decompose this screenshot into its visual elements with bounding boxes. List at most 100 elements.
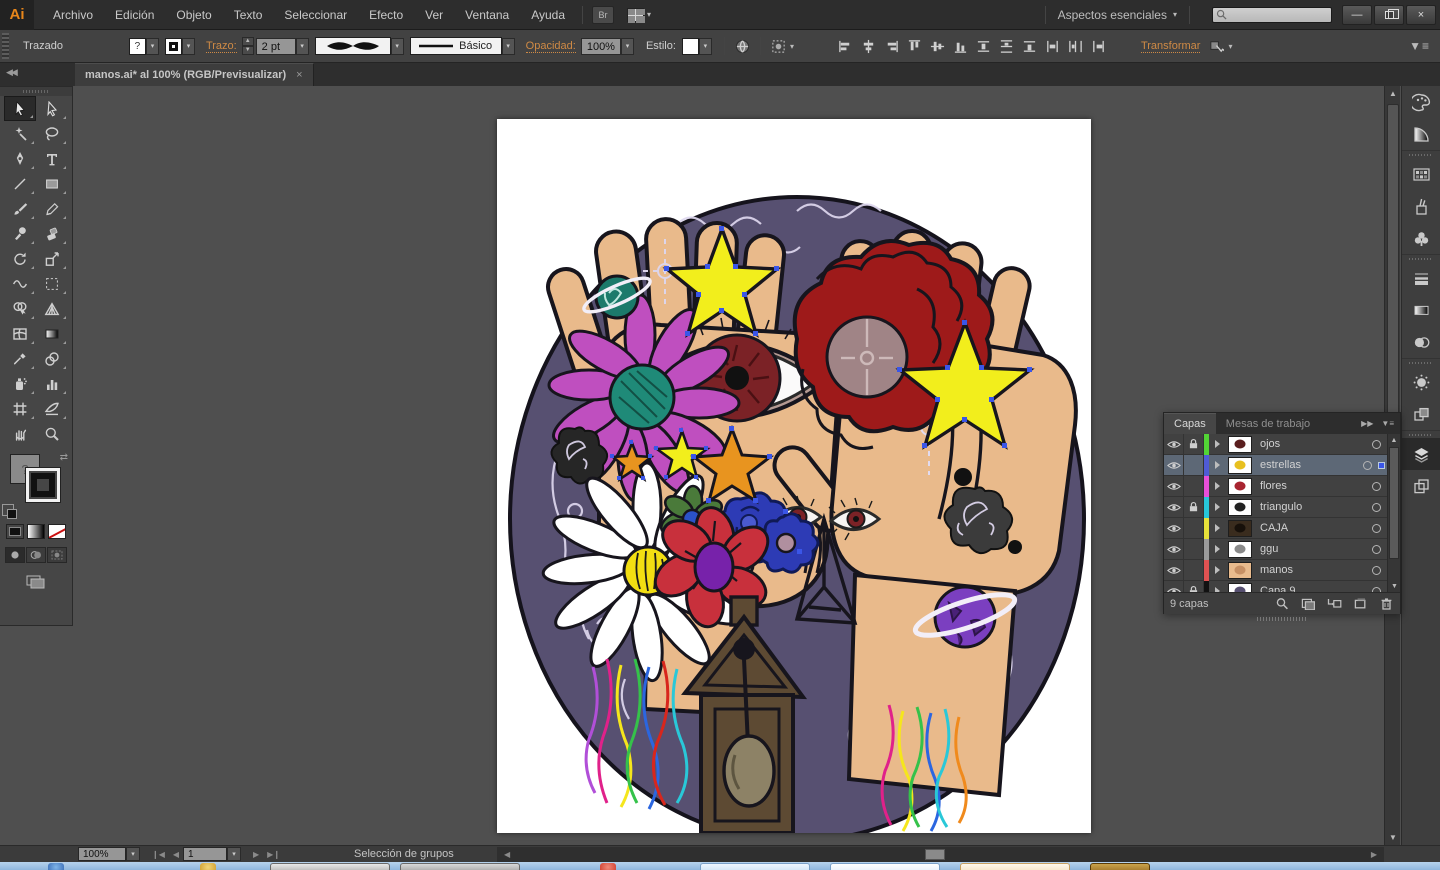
layer-target-circle[interactable]: [1372, 524, 1381, 533]
layers-panel-icon[interactable]: [1402, 438, 1440, 470]
taskbar-window-button[interactable]: [270, 863, 390, 870]
eyedropper-tool[interactable]: [4, 346, 36, 371]
opacity-input[interactable]: 100%: [581, 38, 621, 55]
horizontal-scroll-thumb[interactable]: [925, 849, 945, 860]
brush-definition-dropdown[interactable]: ▾: [391, 38, 404, 55]
symbols-panel-icon[interactable]: [1402, 222, 1440, 254]
menu-ayuda[interactable]: Ayuda: [520, 0, 576, 30]
layer-visibility-toggle[interactable]: [1164, 539, 1184, 560]
taskbar-window-button[interactable]: [1090, 863, 1150, 870]
panel-resize-grip[interactable]: [1257, 617, 1307, 621]
layer-expand-arrow[interactable]: [1209, 566, 1226, 574]
artboard-tool[interactable]: [4, 396, 36, 421]
close-tab-icon[interactable]: ×: [296, 69, 302, 81]
draw-normal-button[interactable]: [5, 547, 25, 563]
minimize-button[interactable]: —: [1342, 5, 1372, 25]
tab-mesas-de-trabajo[interactable]: Mesas de trabajo: [1216, 414, 1320, 434]
symbol-sprayer-tool[interactable]: [4, 371, 36, 396]
free-transform-tool[interactable]: [36, 271, 68, 296]
layer-thumbnail[interactable]: [1228, 520, 1252, 537]
gradient-button[interactable]: [27, 524, 45, 539]
variable-width-profile[interactable]: Básico: [410, 37, 502, 55]
tools-panel-grip[interactable]: [0, 87, 72, 96]
restore-button[interactable]: [1374, 5, 1404, 25]
swatches-panel-icon[interactable]: [1402, 158, 1440, 190]
transform-link[interactable]: Transformar: [1141, 40, 1201, 53]
collapse-toolbar-icon[interactable]: ◀◀: [6, 67, 16, 78]
layer-lock-toggle[interactable]: [1184, 518, 1204, 539]
distribute-top-button[interactable]: [974, 37, 993, 55]
transparency-panel-icon[interactable]: [1402, 326, 1440, 358]
layer-name[interactable]: Capa 9: [1256, 585, 1372, 592]
align-left-button[interactable]: [836, 37, 855, 55]
layer-row-estrellas[interactable]: estrellas: [1164, 455, 1400, 476]
swap-fill-stroke-icon[interactable]: ⇄: [60, 452, 68, 463]
stroke-width-stepper[interactable]: ▲▼: [242, 37, 254, 55]
layer-thumbnail[interactable]: [1228, 562, 1252, 579]
blob-brush-tool[interactable]: [4, 221, 36, 246]
scroll-down-icon[interactable]: ▼: [1385, 830, 1401, 845]
shape-builder-tool[interactable]: [4, 296, 36, 321]
menu-efecto[interactable]: Efecto: [358, 0, 414, 30]
make-clipping-mask-icon[interactable]: [1301, 597, 1316, 610]
distribute-h-center-button[interactable]: [1066, 37, 1085, 55]
color-guide-panel-icon[interactable]: [1402, 118, 1440, 150]
gradient-tool[interactable]: [36, 321, 68, 346]
distribute-v-center-button[interactable]: [997, 37, 1016, 55]
layer-name[interactable]: CAJA: [1256, 522, 1372, 534]
artboard[interactable]: [497, 119, 1091, 833]
locate-object-icon[interactable]: [1275, 597, 1290, 610]
align-v-center-button[interactable]: [928, 37, 947, 55]
style-dropdown[interactable]: ▾: [699, 38, 712, 55]
column-graph-tool[interactable]: [36, 371, 68, 396]
selection-tool[interactable]: [4, 96, 36, 121]
tab-capas[interactable]: Capas: [1164, 413, 1216, 434]
scroll-left-icon[interactable]: ◀: [500, 850, 514, 859]
gradient-panel-icon[interactable]: [1402, 294, 1440, 326]
lasso-tool[interactable]: [36, 121, 68, 146]
layer-row-manos[interactable]: manos: [1164, 560, 1400, 581]
new-layer-icon[interactable]: [1353, 597, 1368, 610]
align-right-button[interactable]: [882, 37, 901, 55]
layer-target-circle[interactable]: [1372, 440, 1381, 449]
menu-ventana[interactable]: Ventana: [454, 0, 520, 30]
layer-name[interactable]: manos: [1256, 564, 1372, 576]
paintbrush-tool[interactable]: [4, 196, 36, 221]
layer-expand-arrow[interactable]: [1209, 524, 1226, 532]
layer-row-ggu[interactable]: ggu: [1164, 539, 1400, 560]
taskbar-app-icon[interactable]: [200, 863, 216, 870]
layer-row-triangulo[interactable]: triangulo: [1164, 497, 1400, 518]
rectangle-tool[interactable]: [36, 171, 68, 196]
layer-name[interactable]: estrellas: [1256, 459, 1363, 471]
bridge-button[interactable]: Br: [592, 6, 614, 24]
workspace-switcher[interactable]: Aspectos esenciales ▾: [1039, 6, 1196, 24]
windows-taskbar[interactable]: [0, 862, 1440, 870]
select-similar-dropdown[interactable]: ▾: [790, 42, 794, 51]
layer-lock-toggle[interactable]: [1184, 497, 1204, 518]
search-input[interactable]: [1227, 9, 1323, 21]
distribute-left-button[interactable]: [1043, 37, 1062, 55]
zoom-dropdown[interactable]: ▾: [126, 847, 140, 861]
layers-scroll-thumb[interactable]: [1389, 447, 1399, 559]
layer-name[interactable]: ggu: [1256, 543, 1372, 555]
layer-target-circle[interactable]: [1372, 566, 1381, 575]
artboard-number-input[interactable]: 1: [183, 847, 227, 861]
graphic-styles-panel-icon[interactable]: [1402, 398, 1440, 430]
align-bottom-button[interactable]: [951, 37, 970, 55]
layer-expand-arrow[interactable]: [1209, 482, 1226, 490]
none-button[interactable]: [48, 524, 66, 539]
panel-menu-icon[interactable]: ▼≡: [1381, 419, 1394, 428]
stroke-swatch[interactable]: [26, 468, 60, 502]
layer-visibility-toggle[interactable]: [1164, 476, 1184, 497]
close-button[interactable]: ×: [1406, 5, 1436, 25]
layer-target-circle[interactable]: [1372, 545, 1381, 554]
menu-objeto[interactable]: Objeto: [165, 0, 222, 30]
layer-row-flores[interactable]: flores: [1164, 476, 1400, 497]
menu-texto[interactable]: Texto: [223, 0, 274, 30]
delete-layer-icon[interactable]: [1379, 597, 1394, 610]
chevron-down-icon[interactable]: ▾: [1228, 42, 1232, 51]
screen-mode-button[interactable]: [24, 573, 48, 591]
expand-panel-icon[interactable]: ▶▶: [1361, 419, 1373, 428]
draw-inside-button[interactable]: [47, 547, 67, 563]
layer-lock-toggle[interactable]: [1184, 434, 1204, 455]
